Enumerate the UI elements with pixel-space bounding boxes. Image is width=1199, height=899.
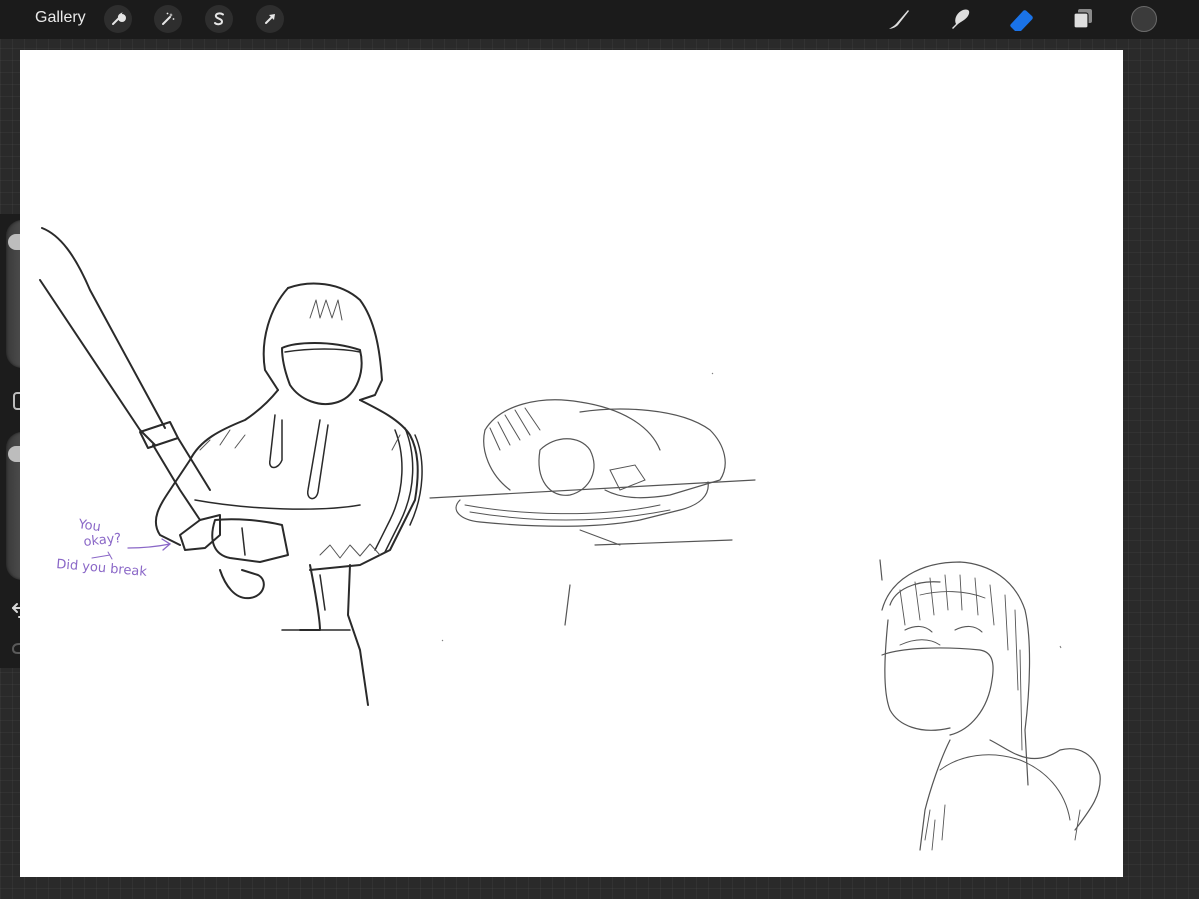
magic-wand-icon (162, 12, 175, 25)
eraser-body (1010, 10, 1033, 31)
handwritten-note: You okay? Did you break (56, 517, 172, 580)
hooded-batter-sketch (39, 227, 423, 706)
note-squiggle (91, 551, 113, 560)
sleeping-figure-sketch (429, 399, 756, 626)
selection-button[interactable] (205, 5, 233, 33)
masked-portrait-sketch (879, 559, 1101, 851)
brush-icon (889, 10, 909, 29)
top-toolbar: Gallery (0, 0, 1199, 39)
note-line-2: okay? (83, 531, 122, 550)
drawing-canvas[interactable]: You okay? Did you break (20, 50, 1123, 877)
transform-button[interactable] (256, 5, 284, 33)
layers-icon (1073, 9, 1092, 29)
stray-marks (441, 372, 1062, 649)
arrow-cursor-icon (265, 14, 275, 24)
color-picker-button[interactable] (1131, 6, 1157, 32)
note-arrow (127, 538, 172, 551)
layers-button[interactable] (1069, 5, 1097, 33)
sketch-layer: You okay? Did you break (39, 227, 1101, 851)
smudge-button[interactable] (946, 5, 974, 33)
wrench-icon (112, 12, 126, 25)
selection-s-icon (214, 12, 224, 26)
note-line-1: You (76, 517, 101, 535)
smudge-icon (952, 9, 970, 29)
actions-button[interactable] (104, 5, 132, 33)
brush-button[interactable] (885, 5, 913, 33)
eraser-button[interactable] (1008, 5, 1036, 33)
gallery-button[interactable]: Gallery (35, 9, 86, 27)
eraser-icon (1010, 10, 1033, 31)
note-line-3: Did you break (56, 557, 148, 580)
adjustments-button[interactable] (154, 5, 182, 33)
